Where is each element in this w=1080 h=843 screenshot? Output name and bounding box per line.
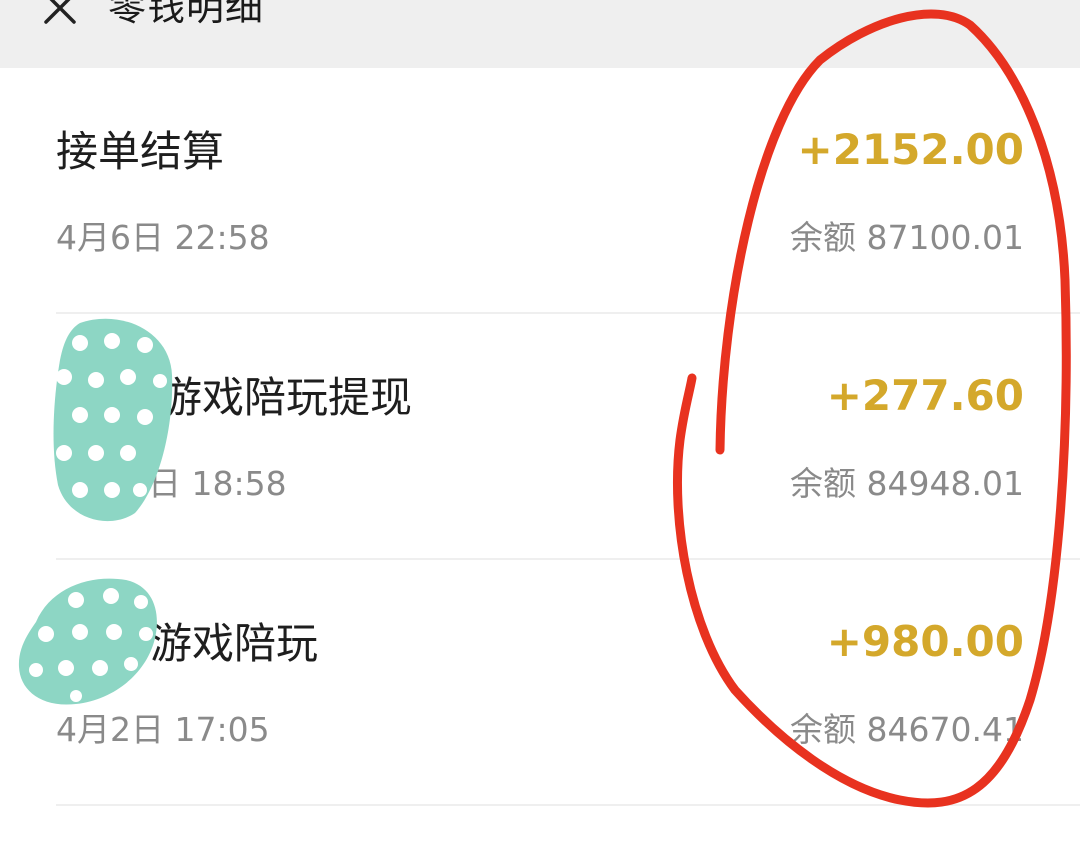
transaction-title: 游戏陪玩提现 xyxy=(160,373,413,422)
transaction-row[interactable]: 接单结算 4月6日 22:58 +2152.00 余额 87100.01 xyxy=(0,68,1080,314)
transaction-balance: 余额 84948.01 xyxy=(790,464,1024,503)
close-icon[interactable] xyxy=(40,0,80,28)
row-divider xyxy=(56,804,1080,806)
transaction-amount: +980.00 xyxy=(826,617,1024,666)
transaction-title: 接单结算 xyxy=(56,127,225,176)
transaction-row[interactable]: 游戏陪玩 4月2日 17:05 +980.00 余额 84670.41 xyxy=(0,560,1080,806)
top-bar: 零钱明细 xyxy=(0,0,1080,68)
page-title: 零钱明细 xyxy=(108,0,265,29)
transaction-balance: 余额 84670.41 xyxy=(790,710,1024,749)
transaction-amount: +2152.00 xyxy=(797,125,1025,174)
transaction-time: 4月2日 17:05 xyxy=(56,710,270,749)
transaction-title: 游戏陪玩 xyxy=(150,619,319,668)
transaction-amount: +277.60 xyxy=(826,371,1024,420)
transaction-balance: 余额 87100.01 xyxy=(790,218,1024,257)
privacy-sticker xyxy=(18,578,157,705)
privacy-sticker xyxy=(53,318,173,522)
transaction-time: 4月6日 22:58 xyxy=(56,218,270,257)
